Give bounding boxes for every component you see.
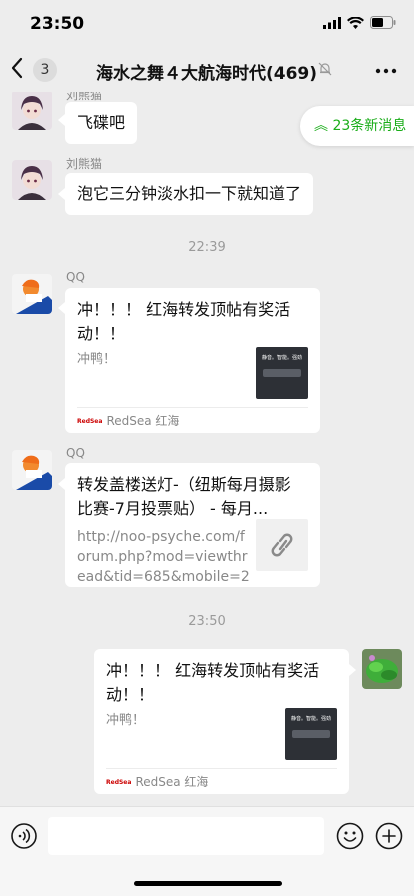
bubble-tail xyxy=(58,188,65,200)
thumbnail-caption: 静音。智能。强劲 xyxy=(261,355,302,361)
status-time: 23:50 xyxy=(30,14,85,34)
status-icons xyxy=(323,16,396,29)
card-source: RedSea RedSea 红海 xyxy=(106,768,337,794)
card-thumbnail: 静音。智能。强劲 xyxy=(285,708,337,760)
more-dots-icon xyxy=(375,68,397,74)
card-title: 冲！！！ 红海转发顶帖有奖活动！！ xyxy=(106,661,320,704)
chat-area[interactable]: 刘熊猫 飞碟吧 ︽ 23条新消息 刘熊猫 泡它三分钟淡水扣一下就知道了 22:3… xyxy=(0,92,414,806)
link-icon xyxy=(271,533,293,557)
message-bubble[interactable]: 泡它三分钟淡水扣一下就知道了 xyxy=(65,173,314,215)
message-input[interactable] xyxy=(48,817,324,855)
plus-icon xyxy=(375,822,403,850)
sender-name: 刘熊猫 xyxy=(66,157,103,171)
chevron-left-icon xyxy=(11,57,23,79)
signal-icon xyxy=(323,16,341,29)
mute-bell-icon xyxy=(318,62,332,76)
emoji-button[interactable] xyxy=(336,822,364,854)
bubble-tail xyxy=(58,478,65,490)
emoji-icon xyxy=(336,822,364,850)
voice-button[interactable] xyxy=(11,823,37,853)
redsea-logo: RedSea xyxy=(106,778,132,786)
redsea-logo: RedSea xyxy=(77,417,103,425)
sender-name: QQ xyxy=(66,270,85,284)
bubble-tail xyxy=(58,114,65,126)
card-thumbnail: 静音。智能。强劲 xyxy=(256,347,308,399)
nav-bar: 3 海水之舞４大航海时代(469) xyxy=(0,48,414,92)
chat-title: 海水之舞４大航海时代(469) xyxy=(96,64,318,84)
voice-icon xyxy=(11,823,37,849)
link-card[interactable]: 冲！！！ 红海转发顶帖有奖活动！！ 冲鸭！ 静音。智能。强劲 RedSea Red… xyxy=(94,649,349,794)
link-card[interactable]: 冲！！！ 红海转发顶帖有奖活动！！ 冲鸭！ 静音。智能。强劲 RedSea Red… xyxy=(65,288,320,433)
card-source-label: RedSea 红海 xyxy=(106,414,180,428)
link-card[interactable]: 转发盖楼送灯-（纽斯每月摄影比赛-7月投票贴） - 每月... http://n… xyxy=(65,463,320,587)
card-source-label: RedSea 红海 xyxy=(135,775,209,789)
avatar[interactable] xyxy=(12,450,52,490)
status-bar: 23:50 xyxy=(0,0,414,48)
more-actions-button[interactable] xyxy=(375,822,403,854)
battery-icon xyxy=(370,16,396,29)
card-description: http://noo-psyche.com/forum.php?mod=view… xyxy=(77,529,250,585)
new-messages-button[interactable]: ︽ 23条新消息 xyxy=(300,106,414,146)
new-messages-label: 23条新消息 xyxy=(332,118,407,134)
double-chevron-up-icon: ︽ xyxy=(314,118,328,134)
thumbnail-caption: 静音。智能。强劲 xyxy=(290,716,331,722)
avatar[interactable] xyxy=(12,160,52,200)
bubble-tail xyxy=(58,302,65,314)
time-separator: 22:39 xyxy=(188,240,226,255)
card-title: 转发盖楼送灯-（纽斯每月摄影比赛-7月投票贴） - 每月... xyxy=(77,475,291,518)
wifi-icon xyxy=(347,16,364,29)
time-separator: 23:50 xyxy=(188,614,226,629)
back-button[interactable] xyxy=(10,56,34,84)
message-bubble[interactable]: 飞碟吧 xyxy=(65,102,138,144)
sender-name: QQ xyxy=(66,446,85,460)
card-thumbnail xyxy=(256,519,308,571)
card-source: RedSea RedSea 红海 xyxy=(77,407,308,433)
my-avatar[interactable] xyxy=(362,649,402,689)
avatar[interactable] xyxy=(12,274,52,314)
bubble-tail xyxy=(349,664,356,676)
avatar[interactable] xyxy=(12,92,52,130)
unread-count-badge[interactable]: 3 xyxy=(33,58,57,82)
card-title: 冲！！！ 红海转发顶帖有奖活动！！ xyxy=(77,300,291,343)
more-options-button[interactable] xyxy=(374,62,398,80)
home-indicator[interactable] xyxy=(134,881,282,886)
